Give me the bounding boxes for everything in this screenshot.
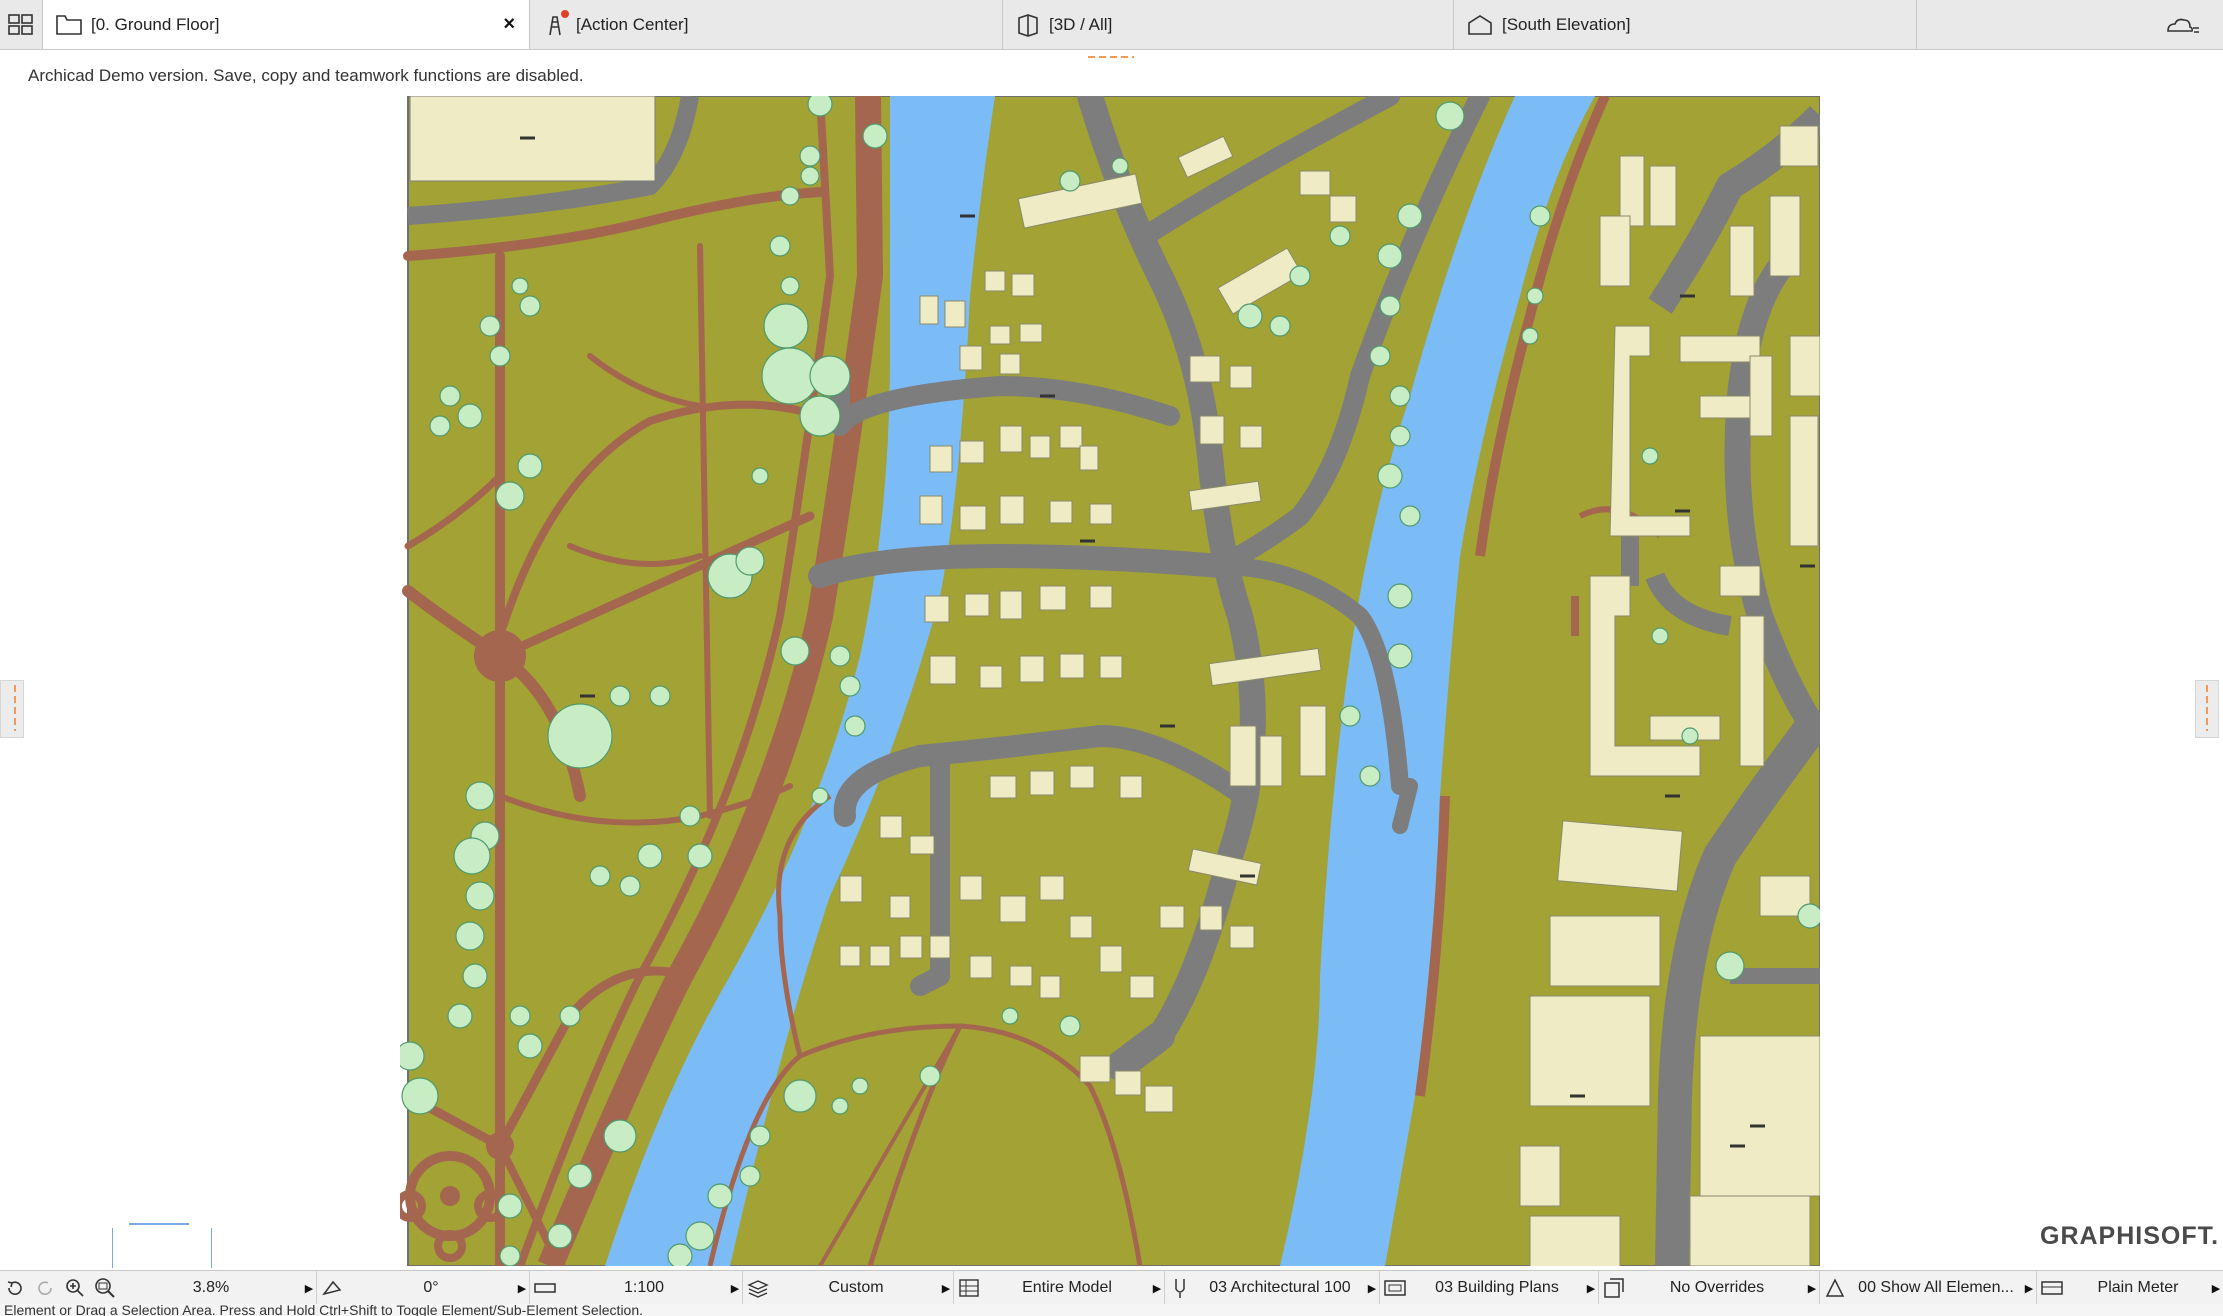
graphic-override-value: No Overrides xyxy=(1669,1279,1765,1296)
dimensions-arrow-icon[interactable]: ▶ xyxy=(2209,1282,2223,1295)
model-view-arrow-icon[interactable]: ▶ xyxy=(1150,1282,1164,1295)
tab-ground-floor[interactable]: [0. Ground Floor] × xyxy=(43,0,530,49)
site-plan-drawing[interactable] xyxy=(400,96,1820,1266)
split-handle-top[interactable] xyxy=(1088,56,1134,58)
rotate-view-icon[interactable] xyxy=(317,1273,347,1303)
dimension-standard-value: Plain Meter xyxy=(2097,1279,2179,1296)
angle-arrow-icon[interactable]: ▶ xyxy=(515,1282,529,1295)
split-marker-right xyxy=(2206,685,2208,731)
split-marker-left xyxy=(14,685,16,731)
tab-south-elevation[interactable]: [South Elevation] xyxy=(1454,0,1917,49)
roundabout-plaza-2 xyxy=(486,1132,514,1160)
floor-plan-canvas[interactable]: Archicad Demo version. Save, copy and te… xyxy=(0,50,2223,1270)
floor-plan-icon xyxy=(56,14,82,35)
graphisoft-logo: GRAPHISOFT. xyxy=(2040,1222,2220,1250)
renovation-filter-icon[interactable] xyxy=(1820,1273,1850,1303)
layers-icon[interactable] xyxy=(743,1273,773,1303)
scale-value: 1:100 xyxy=(623,1279,665,1296)
pen-set-arrow-icon[interactable]: ▶ xyxy=(1365,1282,1379,1295)
renovation-filter-field[interactable]: 00 Show All Elemen... ▶ xyxy=(1850,1271,2037,1305)
pen-set-icon[interactable] xyxy=(1165,1273,1195,1303)
layer-combination-field[interactable]: Custom ▶ xyxy=(773,1271,954,1305)
zoom-value: 3.8% xyxy=(192,1279,230,1296)
view-set-arrow-icon[interactable]: ▶ xyxy=(1584,1282,1598,1295)
scale-arrow-icon[interactable]: ▶ xyxy=(728,1282,742,1295)
tab-menu-button[interactable] xyxy=(2143,0,2223,49)
redo-zoom-icon[interactable] xyxy=(30,1273,60,1303)
pen-set-value: 03 Architectural 100 xyxy=(1209,1279,1351,1296)
hint-bar: Element or Drag a Selection Area. Press … xyxy=(0,1304,2223,1316)
tab-label: [Action Center] xyxy=(576,14,689,34)
elevation-icon xyxy=(1468,14,1492,35)
renovation-arrow-icon[interactable]: ▶ xyxy=(2022,1282,2036,1295)
split-handle-left[interactable] xyxy=(0,680,24,738)
3d-view-icon xyxy=(1018,13,1038,37)
layer-combination-value: Custom xyxy=(828,1279,884,1296)
pen-set-field[interactable]: 03 Architectural 100 ▶ xyxy=(1195,1271,1380,1305)
zoom-field[interactable]: 3.8% ▶ xyxy=(120,1271,317,1305)
fit-in-window-icon[interactable] xyxy=(90,1273,120,1303)
undo-zoom-icon[interactable] xyxy=(0,1273,30,1303)
model-view-field[interactable]: Entire Model ▶ xyxy=(984,1271,1165,1305)
tab-label: [3D / All] xyxy=(1049,14,1113,34)
model-view-value: Entire Model xyxy=(1022,1279,1112,1296)
grid-icon xyxy=(8,13,33,35)
overrides-arrow-icon[interactable]: ▶ xyxy=(1805,1282,1819,1295)
status-bar: 3.8% ▶ 0° ▶ 1:100 ▶ Custom ▶ Entire Mode… xyxy=(0,1270,2223,1305)
layers-arrow-icon[interactable]: ▶ xyxy=(939,1282,953,1295)
renovation-filter-value: 00 Show All Elemen... xyxy=(1858,1279,2014,1296)
cloud-menu-icon xyxy=(2167,18,2199,33)
demo-notice: Archicad Demo version. Save, copy and te… xyxy=(28,66,584,85)
view-set-value: 03 Building Plans xyxy=(1435,1279,1559,1296)
view-set-field[interactable]: 03 Building Plans ▶ xyxy=(1410,1271,1599,1305)
zoom-arrow-icon[interactable]: ▶ xyxy=(302,1282,316,1295)
view-set-icon[interactable] xyxy=(1380,1273,1410,1303)
close-tab-icon[interactable]: × xyxy=(503,13,515,36)
dimension-standard-field[interactable]: Plain Meter ▶ xyxy=(2067,1271,2223,1305)
tab-label: [0. Ground Floor] xyxy=(91,14,220,34)
tab-3d-all[interactable]: [3D / All] xyxy=(1003,0,1454,49)
zoom-in-icon[interactable] xyxy=(60,1273,90,1303)
roundabout-plaza xyxy=(474,630,526,682)
model-view-icon[interactable] xyxy=(954,1273,984,1303)
angle-value: 0° xyxy=(423,1279,439,1296)
navigator-preview[interactable] xyxy=(112,1223,212,1268)
tab-action-center[interactable]: [Action Center] xyxy=(530,0,1003,49)
scale-icon[interactable] xyxy=(530,1273,560,1303)
dimension-standard-icon[interactable] xyxy=(2037,1273,2067,1303)
graphic-override-icon[interactable] xyxy=(1599,1273,1629,1303)
notification-dot xyxy=(561,10,569,18)
view-tab-bar: [0. Ground Floor] × [Action Center] [3D … xyxy=(0,0,2223,50)
scale-field[interactable]: 1:100 ▶ xyxy=(560,1271,743,1305)
graphic-override-field[interactable]: No Overrides ▶ xyxy=(1629,1271,1820,1305)
angle-field[interactable]: 0° ▶ xyxy=(347,1271,530,1305)
tab-label: [South Elevation] xyxy=(1502,14,1631,34)
tab-overview-button[interactable] xyxy=(0,0,43,49)
